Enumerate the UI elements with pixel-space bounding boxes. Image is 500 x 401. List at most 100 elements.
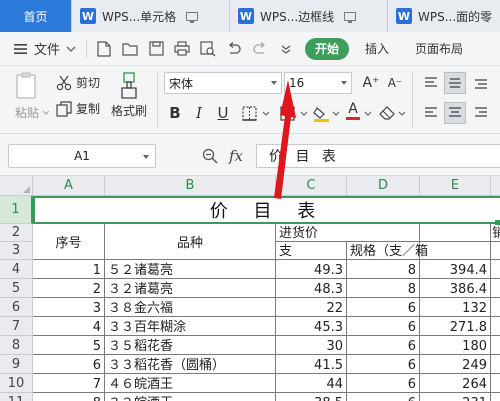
print-preview-icon[interactable] <box>197 38 219 60</box>
name-box[interactable]: A1 <box>8 144 156 168</box>
header-spec-cell[interactable]: 规格（支／箱 <box>347 242 428 260</box>
spec-cell[interactable]: 6 <box>347 374 420 393</box>
total-cell[interactable]: 271.8 <box>420 317 491 336</box>
row-header-3[interactable]: 3 <box>0 242 33 260</box>
total-cell[interactable]: 231 <box>420 393 491 401</box>
variety-cell[interactable]: ３５稻花香 <box>105 336 276 355</box>
file-menu-button[interactable]: 文件 <box>8 36 82 62</box>
align-center-button[interactable] <box>444 102 466 124</box>
spec-cell[interactable]: 6 <box>347 393 420 401</box>
new-document-icon[interactable] <box>93 38 115 60</box>
italic-button[interactable]: I <box>188 102 210 124</box>
price-cell[interactable]: 49.3 <box>276 260 347 279</box>
variety-cell[interactable]: ３８金六福 <box>105 298 276 317</box>
row-header-8[interactable]: 8 <box>0 336 33 355</box>
spec-cell[interactable]: 6 <box>347 336 420 355</box>
variety-cell[interactable]: ４６皖酒王 <box>105 374 276 393</box>
seq-cell[interactable]: 4 <box>33 317 105 336</box>
title-cell-a1[interactable]: 价 目 表 <box>33 196 500 224</box>
align-middle-button[interactable] <box>444 72 466 94</box>
header-f3-cell[interactable] <box>491 242 500 260</box>
row-header-2[interactable]: 2 <box>0 224 33 242</box>
price-cell[interactable]: 44 <box>276 374 347 393</box>
tab-document-2[interactable]: W WPS...边框线 <box>230 0 388 32</box>
header-e2-cell[interactable] <box>420 224 491 242</box>
tab-document-1[interactable]: W WPS...单元格 <box>72 0 230 32</box>
variety-cell[interactable]: ３２诸葛亮 <box>105 279 276 298</box>
seq-cell[interactable]: 5 <box>33 336 105 355</box>
font-family-dropdown[interactable]: 宋体 <box>164 72 282 94</box>
row-header-10[interactable]: 10 <box>0 374 33 393</box>
header-unit-cell[interactable]: 支 <box>276 242 347 260</box>
total-cell[interactable]: 264 <box>420 374 491 393</box>
open-folder-icon[interactable] <box>119 38 141 60</box>
spec-cell[interactable]: 8 <box>347 260 420 279</box>
more-dropdown-icon[interactable] <box>275 38 297 60</box>
fill-color-button[interactable] <box>310 102 332 124</box>
row-header-7[interactable]: 7 <box>0 317 33 336</box>
spec-cell[interactable]: 6 <box>347 355 420 374</box>
formula-input[interactable]: 价 目 表 <box>256 144 500 168</box>
f-cell[interactable] <box>491 298 500 317</box>
font-color-button[interactable]: A <box>342 100 364 122</box>
column-header-e[interactable]: E <box>420 176 491 196</box>
bold-button[interactable]: B <box>164 102 186 124</box>
undo-icon[interactable] <box>223 38 245 60</box>
print-icon[interactable] <box>171 38 193 60</box>
fill-color-dropdown-icon[interactable] <box>332 111 340 117</box>
total-cell[interactable]: 132 <box>420 298 491 317</box>
row-header-11[interactable]: 11 <box>0 393 33 401</box>
price-cell[interactable]: 30 <box>276 336 347 355</box>
f-cell[interactable] <box>491 374 500 393</box>
row-header-4[interactable]: 4 <box>0 260 33 279</box>
tab-insert[interactable]: 插入 <box>365 40 389 57</box>
row-header-5[interactable]: 5 <box>0 279 33 298</box>
seq-cell[interactable]: 7 <box>33 374 105 393</box>
seq-cell[interactable]: 1 <box>33 260 105 279</box>
total-cell[interactable]: 386.4 <box>420 279 491 298</box>
column-header-a[interactable]: A <box>33 176 105 196</box>
f-cell[interactable] <box>491 260 500 279</box>
header-variety-cell[interactable]: 品种 <box>105 224 276 260</box>
clear-format-button[interactable] <box>376 102 398 124</box>
increase-font-size-button[interactable]: A⁺ <box>360 72 382 94</box>
seq-cell[interactable]: 6 <box>33 355 105 374</box>
zoom-search-icon[interactable] <box>202 148 218 164</box>
cut-button[interactable]: 剪切 <box>56 74 100 91</box>
price-cell[interactable]: 38.5 <box>276 393 347 401</box>
insert-function-button[interactable]: fx <box>229 147 243 165</box>
borders-dropdown-icon[interactable] <box>262 111 270 117</box>
copy-button[interactable]: 复制 <box>56 100 100 117</box>
variety-cell[interactable]: ５２诸葛亮 <box>105 260 276 279</box>
f-cell[interactable] <box>491 393 500 401</box>
decrease-font-size-button[interactable]: A⁻ <box>384 72 406 94</box>
merge-dropdown-icon[interactable] <box>300 111 308 117</box>
underline-button[interactable]: U <box>212 102 234 124</box>
row-header-9[interactable]: 9 <box>0 355 33 374</box>
price-cell[interactable]: 48.3 <box>276 279 347 298</box>
seq-cell[interactable]: 3 <box>33 298 105 317</box>
column-header-f[interactable] <box>491 176 500 196</box>
spec-cell[interactable]: 6 <box>347 298 420 317</box>
borders-button[interactable] <box>238 102 260 124</box>
variety-cell[interactable]: ３２皖酒王 <box>105 393 276 401</box>
tab-home[interactable]: 首页 <box>0 0 72 32</box>
header-partial-f-cell[interactable]: 销 <box>491 224 500 242</box>
header-e3-cell[interactable] <box>420 242 491 260</box>
seq-cell[interactable]: 2 <box>33 279 105 298</box>
f-cell[interactable] <box>491 279 500 298</box>
format-painter-button[interactable]: 格式刷 <box>108 72 150 119</box>
total-cell[interactable]: 249 <box>420 355 491 374</box>
column-header-b[interactable]: B <box>105 176 276 196</box>
spec-cell[interactable]: 6 <box>347 317 420 336</box>
f-cell[interactable] <box>491 317 500 336</box>
redo-icon[interactable] <box>249 38 271 60</box>
price-cell[interactable]: 22 <box>276 298 347 317</box>
align-right-button[interactable] <box>470 102 492 124</box>
tab-start[interactable]: 开始 <box>305 37 350 60</box>
save-icon[interactable] <box>145 38 167 60</box>
price-cell[interactable]: 45.3 <box>276 317 347 336</box>
row-header-6[interactable]: 6 <box>0 298 33 317</box>
column-header-c[interactable]: C <box>276 176 347 196</box>
variety-cell[interactable]: ３３稻花香（圆桶） <box>105 355 276 374</box>
